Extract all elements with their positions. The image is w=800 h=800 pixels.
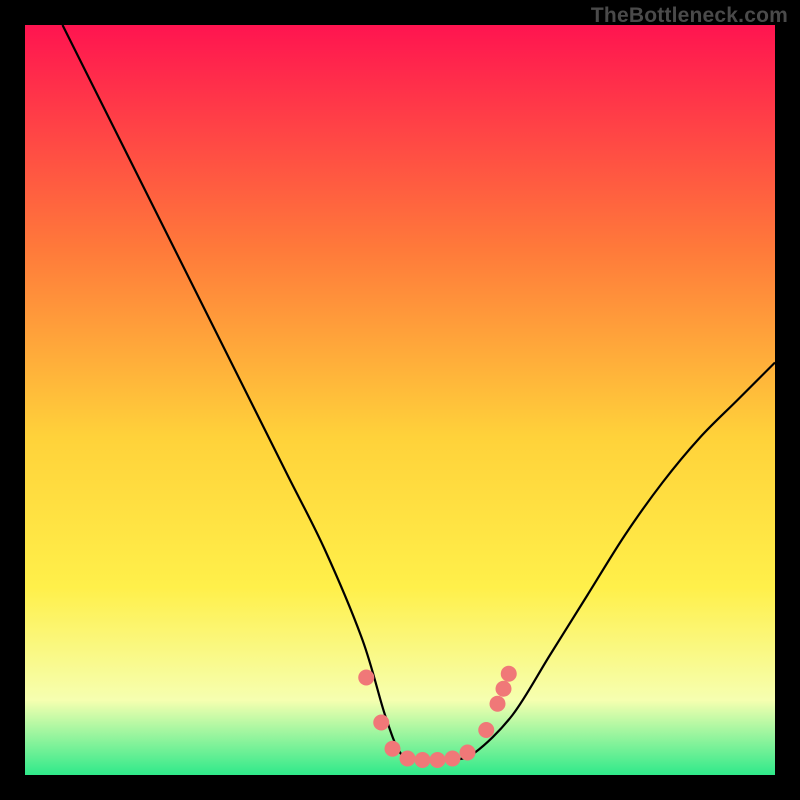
marker-dot — [460, 745, 476, 761]
curve-markers — [358, 666, 517, 768]
plot-area — [25, 25, 775, 775]
marker-dot — [496, 681, 512, 697]
marker-dot — [430, 752, 446, 768]
marker-dot — [400, 751, 416, 767]
watermark-text: TheBottleneck.com — [591, 4, 788, 28]
marker-dot — [490, 696, 506, 712]
curve-layer — [25, 25, 775, 775]
marker-dot — [385, 741, 401, 757]
marker-dot — [358, 670, 374, 686]
marker-dot — [445, 751, 461, 767]
marker-dot — [415, 752, 431, 768]
marker-dot — [501, 666, 517, 682]
bottleneck-curve — [63, 25, 776, 761]
marker-dot — [373, 715, 389, 731]
chart-frame: TheBottleneck.com — [0, 0, 800, 800]
marker-dot — [478, 722, 494, 738]
